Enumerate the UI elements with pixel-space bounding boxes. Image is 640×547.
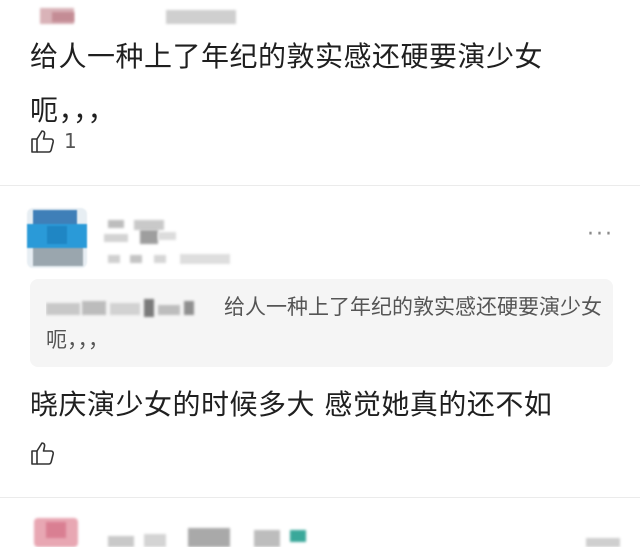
quoted-comment-text: 给人一种上了年纪的敦实感还硬要演少女呃，，，: [46, 295, 602, 352]
thumbs-up-icon: [30, 128, 56, 154]
comment-feed: 给人一种上了年纪的敦实感还硬要演少女呃，，， 1 ··· 给人一种上了年纪的敦实…: [0, 0, 640, 547]
comment-2-text: 晓庆演少女的时候多大 感觉她真的还不如: [30, 388, 553, 421]
divider: [0, 185, 640, 186]
divider: [0, 497, 640, 498]
comment-1-like-count: 1: [64, 129, 77, 153]
more-dots-icon[interactable]: ···: [587, 224, 614, 246]
comment-1-like-button[interactable]: 1: [30, 128, 77, 154]
quoted-comment[interactable]: 给人一种上了年纪的敦实感还硬要演少女呃，，，: [30, 279, 613, 367]
avatar[interactable]: [27, 208, 87, 268]
thumbs-up-icon: [30, 440, 56, 466]
comment-2-like-button[interactable]: [30, 440, 56, 466]
comment-1-text: 给人一种上了年纪的敦实感还硬要演少女呃，，，: [30, 40, 544, 127]
